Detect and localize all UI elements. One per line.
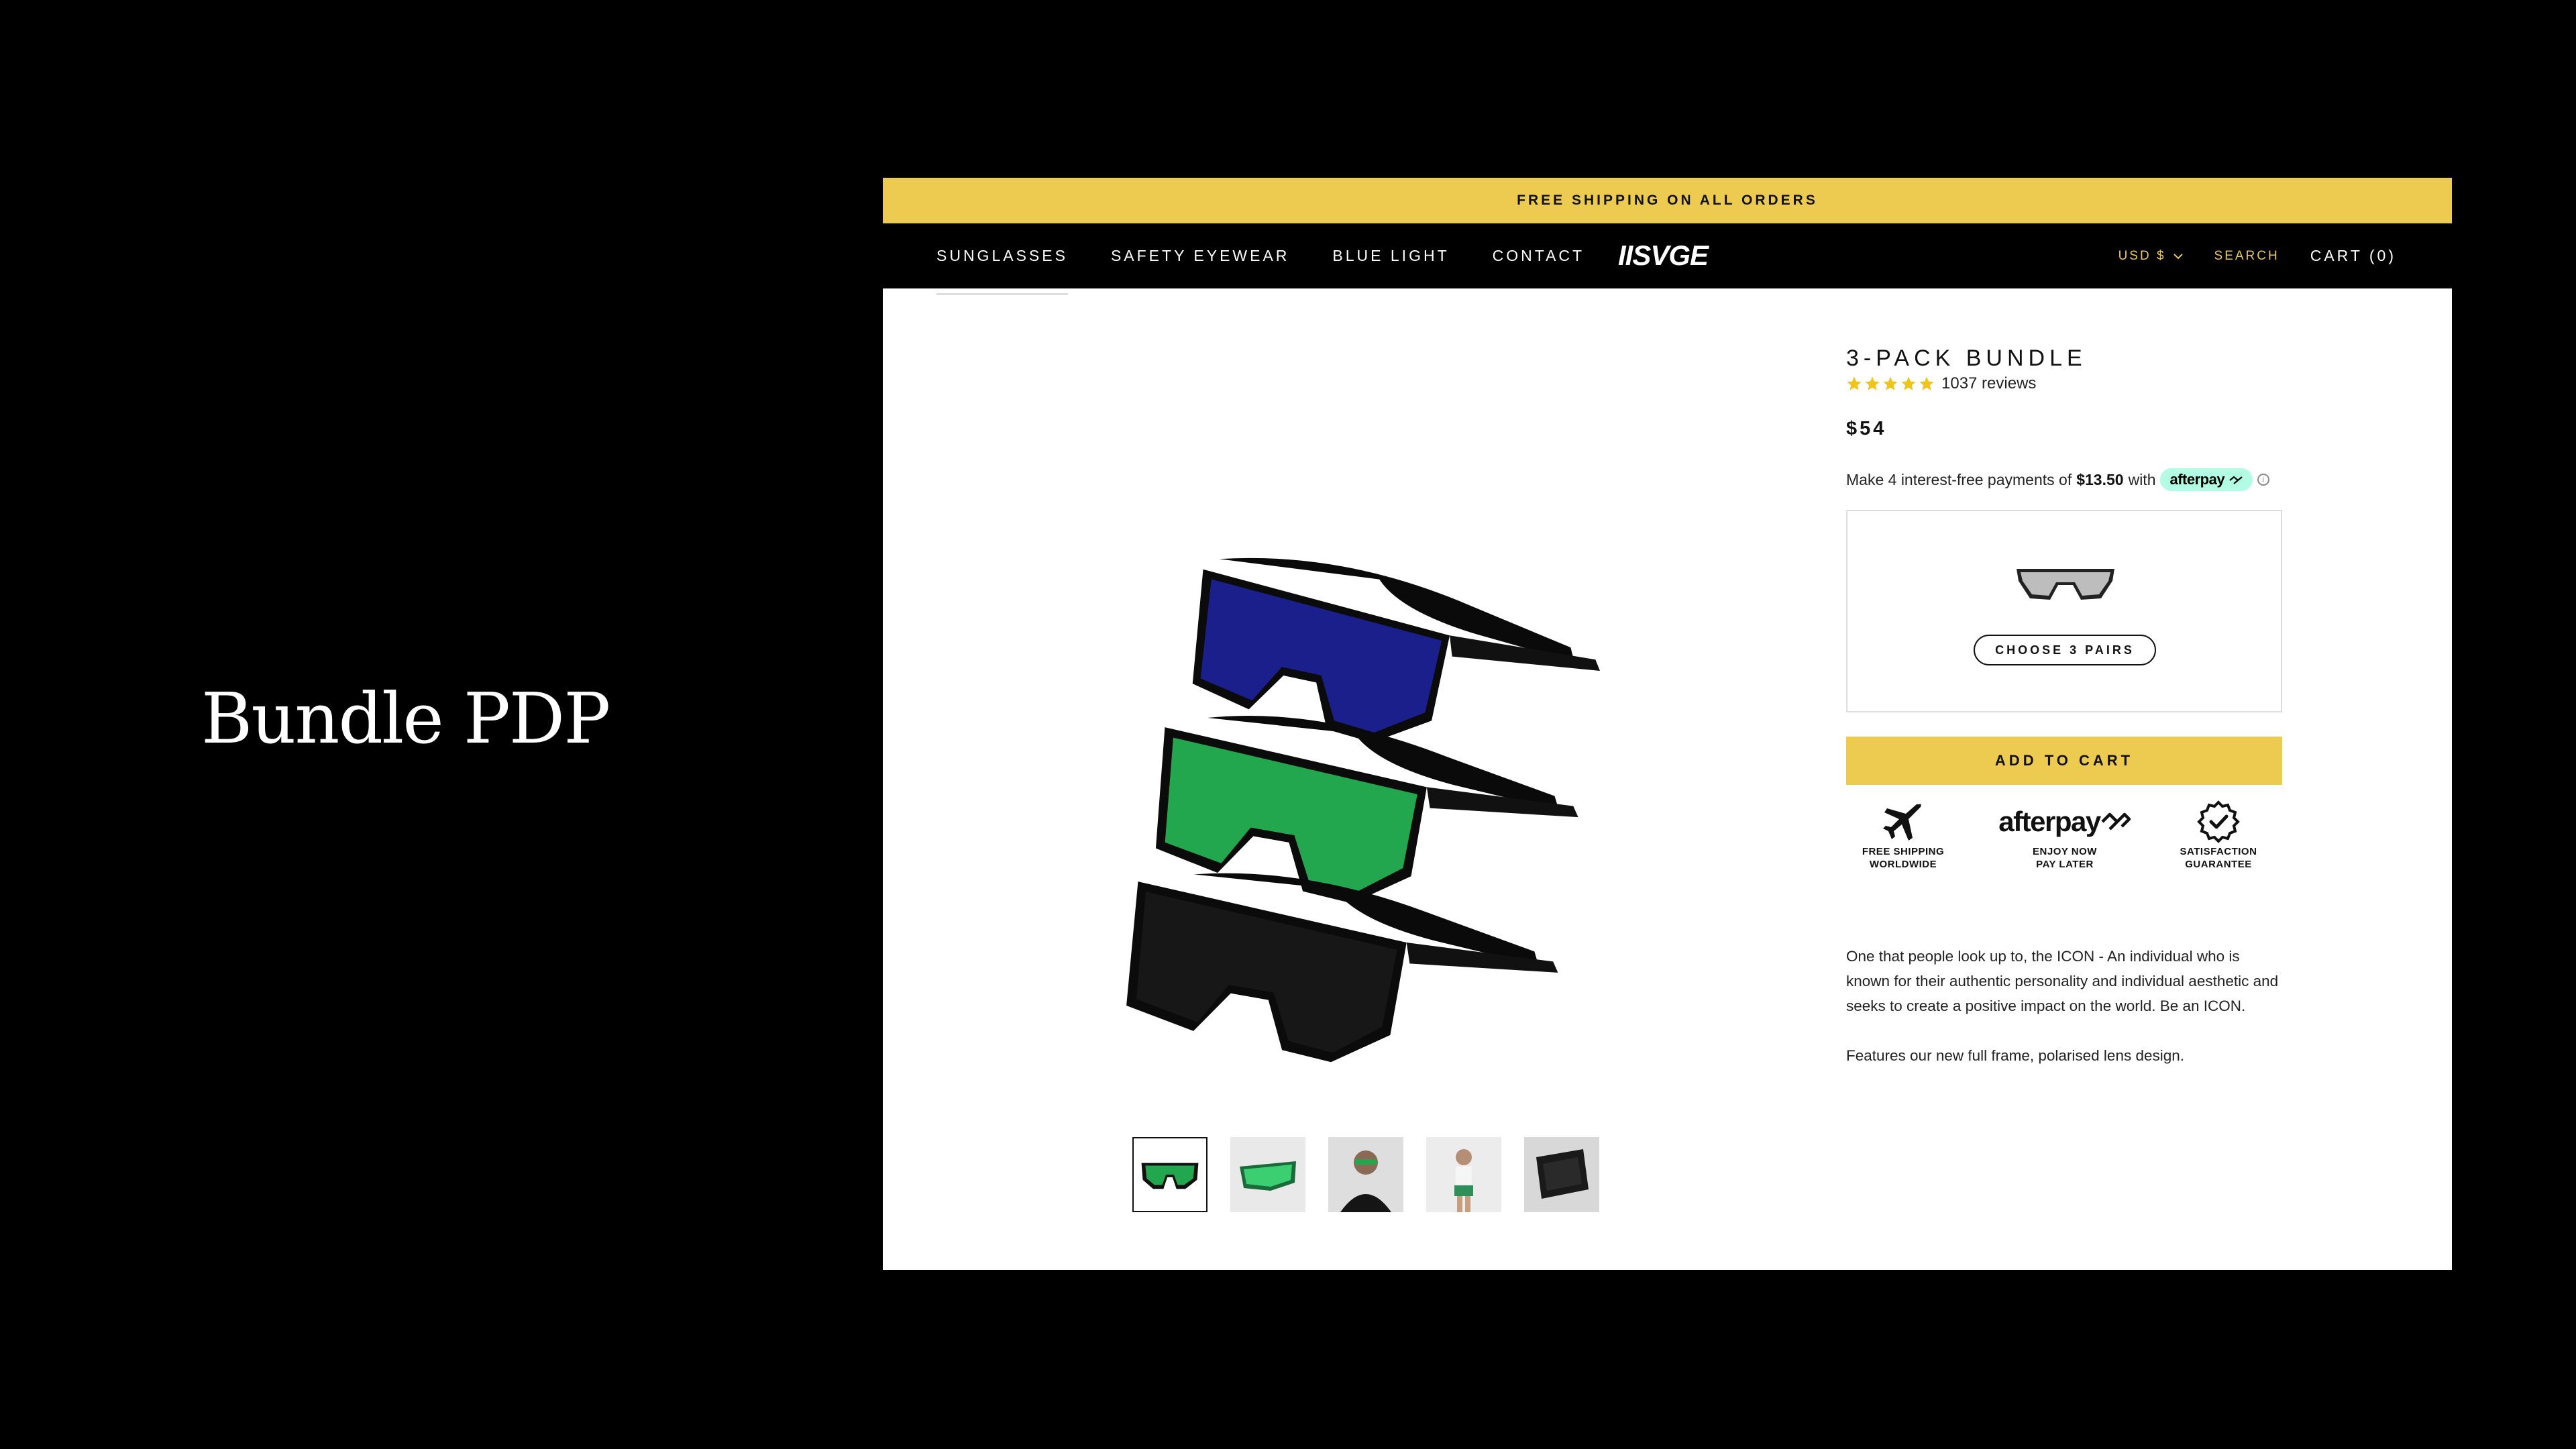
badge-line: GUARANTEE: [2185, 859, 2252, 870]
installment-amount: $13.50: [2076, 470, 2124, 488]
nav-link-contact[interactable]: CONTACT: [1493, 247, 1585, 265]
afterpay-arrows-icon: [2229, 476, 2243, 484]
thumbnail-4[interactable]: [1426, 1137, 1501, 1212]
thumbnail-3[interactable]: [1328, 1137, 1403, 1212]
afterpay-badge-label: afterpay: [2169, 471, 2225, 488]
review-count: 1037 reviews: [1941, 374, 2037, 392]
afterpay-badge[interactable]: afterpay: [2160, 468, 2253, 491]
checkmark-seal-icon: [2197, 800, 2240, 843]
badge-line: FREE SHIPPING: [1862, 846, 1945, 857]
star-icon: [1865, 376, 1880, 390]
product-hero-image[interactable]: [1124, 443, 1795, 1073]
nav-link-blue-light[interactable]: BLUE LIGHT: [1332, 247, 1449, 265]
currency-label: USD $: [2118, 248, 2166, 263]
search-link[interactable]: SEARCH: [2214, 249, 2279, 264]
badge-line: ENJOY NOW: [2033, 846, 2097, 857]
announcement-bar: FREE SHIPPING ON ALL ORDERS: [883, 178, 2452, 223]
badge-free-shipping: FREE SHIPPING WORLDWIDE: [1846, 798, 1960, 871]
brand-logo[interactable]: IISVGE: [1618, 239, 1709, 272]
badge-line: PAY LATER: [2036, 859, 2094, 870]
description-paragraph: Features our new full frame, polarised l…: [1846, 1047, 2185, 1064]
installments-with: with: [2128, 470, 2156, 488]
info-icon[interactable]: i: [2257, 474, 2269, 486]
slide-title: Bundle PDP: [201, 678, 610, 759]
badge-afterpay: afterpay ENJOY NOW PAY LATER: [1992, 798, 2137, 871]
star-icon: [1847, 376, 1862, 390]
thumbnail-5[interactable]: [1524, 1137, 1599, 1212]
bundle-selector: CHOOSE 3 PAIRS: [1846, 510, 2282, 712]
product-section: 3-PACK BUNDLE 1037 reviews $54 Make 4 in…: [883, 288, 2452, 1270]
trust-badges: FREE SHIPPING WORLDWIDE afterpay ENJOY N…: [1846, 798, 2282, 892]
product-description: One that people look up to, the ICON - A…: [1846, 944, 2282, 1068]
afterpay-installments: Make 4 interest-free payments of $13.50 …: [1846, 468, 2269, 491]
product-title: 3-PACK BUNDLE: [1846, 345, 2087, 371]
chevron-down-icon: [2173, 253, 2183, 259]
star-icon: [1901, 376, 1916, 390]
website-screenshot: FREE SHIPPING ON ALL ORDERS SUNGLASSES S…: [883, 178, 2452, 1270]
badge-line: SATISFACTION: [2180, 846, 2257, 857]
thumbnail-2[interactable]: [1230, 1137, 1305, 1212]
currency-selector[interactable]: USD $: [2118, 249, 2184, 264]
badge-line: WORLDWIDE: [1869, 859, 1937, 870]
star-icon: [1883, 376, 1898, 390]
installments-text: Make 4 interest-free payments of: [1846, 470, 2072, 488]
afterpay-arrows-icon: [2101, 812, 2131, 830]
add-to-cart-button[interactable]: ADD TO CART: [1846, 737, 2282, 785]
three-sunglasses-image: [1126, 557, 1600, 1063]
airplane-icon: [1883, 804, 1921, 841]
sunglasses-placeholder-icon: [2017, 569, 2114, 600]
product-rating[interactable]: 1037 reviews: [1846, 374, 2036, 393]
badge-satisfaction: SATISFACTION GUARANTEE: [2161, 798, 2275, 871]
star-icon: [1919, 376, 1934, 390]
description-paragraph: One that people look up to, the ICON - A…: [1846, 948, 2279, 1014]
cart-link[interactable]: CART (0): [2310, 247, 2396, 265]
nav-link-safety-eyewear[interactable]: SAFETY EYEWEAR: [1111, 247, 1289, 265]
afterpay-logo: afterpay: [1998, 806, 2101, 837]
main-nav: SUNGLASSES SAFETY EYEWEAR BLUE LIGHT CON…: [883, 223, 2452, 295]
star-rating: [1846, 376, 1935, 392]
choose-pairs-button[interactable]: CHOOSE 3 PAIRS: [1974, 635, 2156, 665]
product-price: $54: [1846, 418, 1887, 439]
thumbnail-strip: [1132, 1137, 1599, 1212]
thumbnail-1[interactable]: [1132, 1137, 1208, 1212]
nav-link-sunglasses[interactable]: SUNGLASSES: [936, 247, 1068, 295]
